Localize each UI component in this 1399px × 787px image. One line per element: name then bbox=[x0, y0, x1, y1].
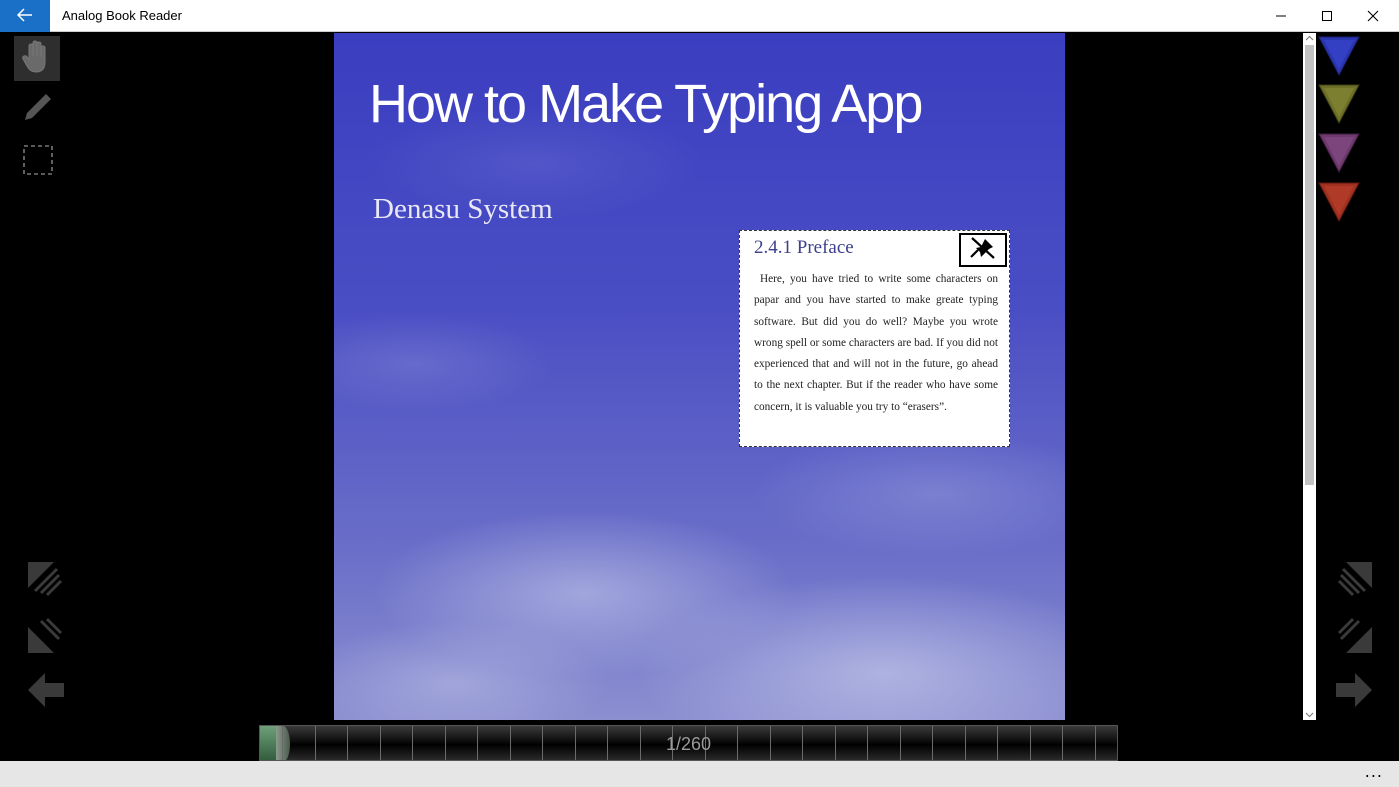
bookmark-red[interactable] bbox=[1318, 182, 1360, 226]
more-options-button[interactable]: ... bbox=[1365, 761, 1383, 783]
vertical-scrollbar[interactable] bbox=[1303, 33, 1316, 720]
bookmark-blue-icon bbox=[1318, 36, 1360, 77]
next-page-icon bbox=[1334, 671, 1374, 713]
next-page-button[interactable] bbox=[1332, 672, 1376, 712]
book-author: Denasu System bbox=[373, 193, 553, 225]
hand-tool-icon bbox=[20, 39, 54, 79]
bookmark-red-icon bbox=[1318, 182, 1360, 223]
pencil-tool-icon bbox=[20, 90, 54, 128]
maximize-icon bbox=[1321, 7, 1333, 26]
next-chapter-icon bbox=[1337, 617, 1375, 659]
last-page-icon bbox=[1337, 559, 1375, 601]
previous-page-icon bbox=[26, 671, 66, 713]
back-button[interactable] bbox=[0, 0, 50, 32]
app-title: Analog Book Reader bbox=[62, 8, 182, 23]
select-tool-button[interactable] bbox=[18, 142, 56, 180]
note-body: Here, you have tried to write some chara… bbox=[754, 273, 998, 413]
arrow-left-icon bbox=[16, 7, 33, 26]
pencil-tool-button[interactable] bbox=[18, 90, 56, 128]
select-tool-icon bbox=[21, 143, 53, 179]
first-page-icon bbox=[25, 559, 63, 601]
close-icon bbox=[1367, 7, 1379, 26]
unpin-button[interactable] bbox=[959, 233, 1007, 267]
bookmark-blue[interactable] bbox=[1318, 36, 1360, 80]
title-bar: Analog Book Reader bbox=[0, 0, 1399, 32]
page-counter: 1/260 bbox=[665, 734, 712, 754]
minimize-icon bbox=[1275, 7, 1287, 26]
previous-chapter-icon bbox=[25, 617, 63, 659]
scroll-down-icon bbox=[1305, 712, 1314, 718]
bookmark-purple-icon bbox=[1318, 133, 1360, 174]
scroll-up-icon bbox=[1305, 35, 1314, 41]
preface-note[interactable]: 2.4.1 Preface Here, you have tried to wr… bbox=[739, 230, 1010, 447]
minimize-button[interactable] bbox=[1258, 0, 1304, 32]
maximize-button[interactable] bbox=[1304, 0, 1350, 32]
scrollbar-thumb[interactable] bbox=[1305, 45, 1314, 485]
unpin-icon bbox=[967, 235, 999, 265]
page-timeline-slider[interactable]: 1/260 bbox=[259, 725, 1118, 761]
book-title: How to Make Typing App bbox=[369, 74, 923, 134]
close-button[interactable] bbox=[1350, 0, 1396, 32]
last-page-button[interactable] bbox=[1336, 560, 1376, 600]
next-chapter-button[interactable] bbox=[1336, 617, 1376, 659]
bookmark-olive[interactable] bbox=[1318, 84, 1360, 128]
hand-tool-button[interactable] bbox=[14, 36, 60, 81]
first-page-button[interactable] bbox=[24, 560, 64, 600]
bottom-app-bar: ... bbox=[0, 761, 1399, 787]
bookmark-purple[interactable] bbox=[1318, 133, 1360, 177]
previous-page-button[interactable] bbox=[24, 672, 68, 712]
note-heading: 2.4.1 Preface bbox=[754, 237, 854, 258]
bookmark-olive-icon bbox=[1318, 84, 1360, 125]
previous-chapter-button[interactable] bbox=[24, 617, 64, 659]
